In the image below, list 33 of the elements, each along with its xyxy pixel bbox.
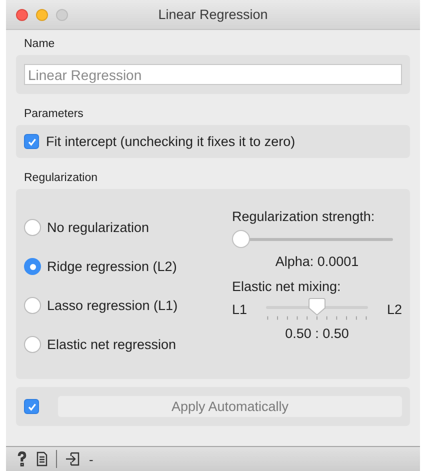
radio-label: Ridge regression (L2) <box>47 259 177 274</box>
radio-button[interactable] <box>24 297 41 314</box>
radio-label: Lasso regression (L1) <box>47 298 178 313</box>
input-field[interactable]: Linear Regression <box>24 64 402 85</box>
status-text: - <box>89 452 94 466</box>
document-icon[interactable] <box>36 451 48 467</box>
slider-end-label: L1 <box>232 302 248 316</box>
close-button[interactable] <box>16 9 28 21</box>
radio-label: Elastic net regression <box>47 337 176 352</box>
window-title: Linear Regression <box>158 7 268 22</box>
slider-end-label: L2 <box>386 302 402 316</box>
help-icon[interactable] <box>16 451 28 467</box>
slider-thumb[interactable] <box>232 230 250 248</box>
checkmark-icon <box>26 136 36 146</box>
radio-label: No regularization <box>47 220 150 235</box>
slider-thumb[interactable] <box>308 298 326 316</box>
zoom-button[interactable] <box>56 9 68 21</box>
section-label: Regularization <box>23 171 99 186</box>
section-label: Parameters <box>23 107 84 122</box>
slider-label: Regularization strength: <box>232 209 376 224</box>
checkmark-icon <box>26 402 36 412</box>
slider-value: 0.50 : 0.50 <box>284 326 350 341</box>
radio-button[interactable] <box>24 336 41 353</box>
radio-button[interactable] <box>24 219 41 236</box>
slider-value: Alpha: 0.0001 <box>274 254 360 269</box>
radio-button[interactable] <box>24 258 41 275</box>
checkbox-label: Fit intercept (unchecking it fixes it to zero) <box>46 134 296 149</box>
slider-label: Elastic net mixing: <box>232 279 342 294</box>
input-icon[interactable] <box>65 451 81 467</box>
section-label: Name <box>23 37 56 52</box>
checkbox[interactable] <box>24 134 39 149</box>
checkbox[interactable] <box>24 399 39 414</box>
minimize-button[interactable] <box>36 9 48 21</box>
